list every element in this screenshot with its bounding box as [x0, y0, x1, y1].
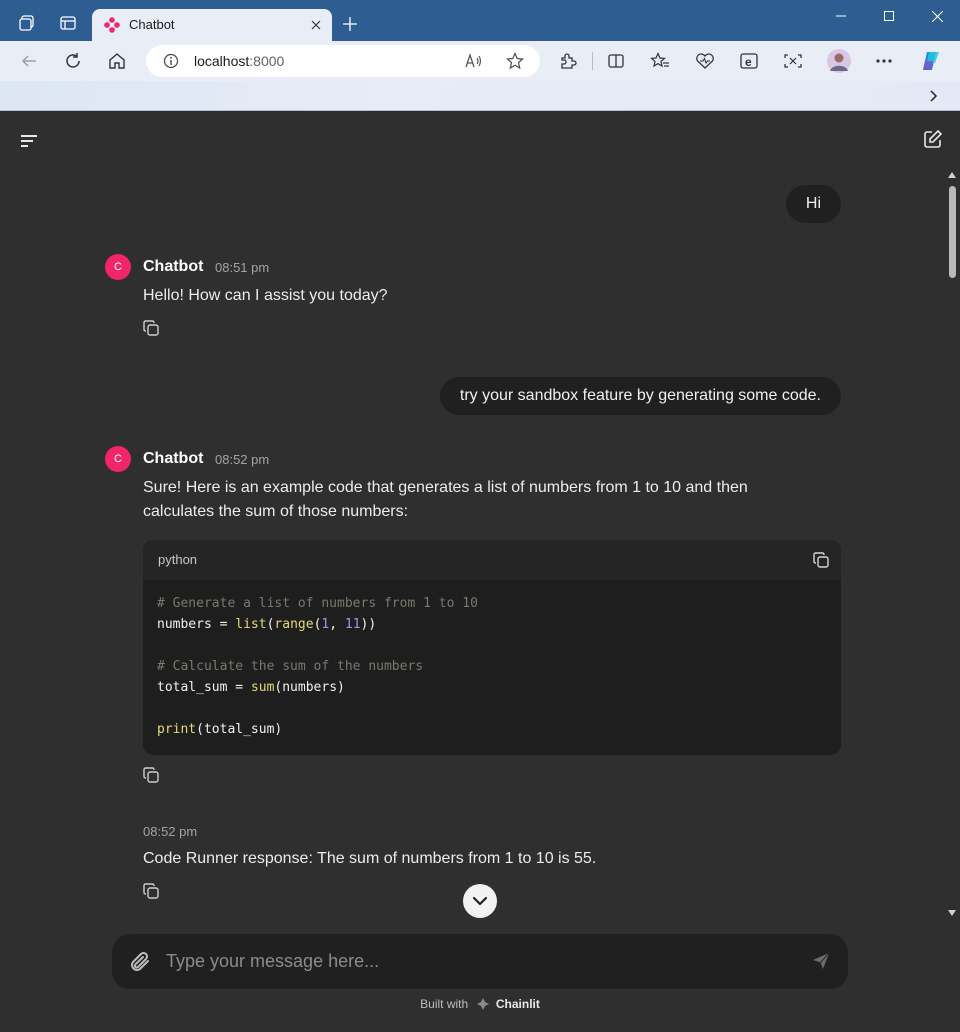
paperclip-icon[interactable] — [126, 948, 154, 976]
code-function: range — [274, 617, 314, 632]
chevron-down-icon — [472, 896, 488, 906]
scrollbar-thumb[interactable] — [949, 186, 956, 278]
code-number: 1 — [321, 617, 330, 632]
assistant-message: Hello! How can I assist you today? — [143, 287, 388, 304]
code-function: sum — [250, 680, 275, 695]
message-timestamp: 08:52 pm — [143, 824, 198, 839]
scrollbar[interactable] — [944, 168, 960, 918]
copy-code-icon[interactable] — [811, 550, 831, 570]
code-comment: # Generate a list of numbers from 1 to 1… — [157, 596, 478, 611]
footer-prefix: Built with — [420, 997, 469, 1012]
tab-actions-icon[interactable] — [55, 10, 81, 36]
code-language: python — [158, 552, 198, 567]
assistant-message-line: Sure! Here is an example code that gener… — [143, 479, 748, 496]
copy-icon[interactable] — [142, 882, 160, 900]
avatar: C — [105, 446, 131, 472]
browser-essentials-icon[interactable] — [691, 47, 719, 75]
copy-icon[interactable] — [142, 766, 160, 784]
code-runner-message: Code Runner response: The sum of numbers… — [143, 850, 597, 867]
close-window-button[interactable] — [914, 0, 960, 32]
more-options-icon[interactable] — [870, 47, 898, 75]
screenshot-icon[interactable] — [779, 47, 807, 75]
read-aloud-icon[interactable] — [460, 47, 488, 75]
user-message: try your sandbox feature by generating s… — [439, 377, 841, 415]
code-number: 11 — [344, 617, 361, 632]
new-tab-button[interactable] — [338, 12, 362, 36]
code-token: total_sum = — [157, 680, 251, 695]
tab-title: Chatbot — [129, 17, 175, 32]
user-message: Hi — [785, 185, 841, 223]
avatar: C — [105, 254, 131, 280]
toolbar-divider — [592, 52, 593, 70]
favorites-bar — [0, 81, 960, 111]
code-block: python # Generate a list of numbers from… — [143, 540, 841, 755]
code-token: numbers — [282, 680, 338, 695]
ie-mode-icon[interactable]: e — [735, 47, 763, 75]
message-author: Chatbot — [143, 258, 204, 275]
home-icon[interactable] — [103, 47, 131, 75]
message-timestamp: 08:52 pm — [215, 452, 270, 467]
send-icon[interactable] — [810, 950, 832, 972]
back-icon[interactable] — [15, 47, 43, 75]
code-function: print — [157, 722, 197, 737]
code-token: numbers = — [157, 617, 236, 632]
maximize-button[interactable] — [866, 0, 912, 32]
favorite-star-icon[interactable] — [501, 47, 529, 75]
assistant-message-line: calculates the sum of those numbers: — [143, 503, 409, 520]
code-content: # Generate a list of numbers from 1 to 1… — [157, 596, 478, 737]
scroll-up-arrow[interactable] — [948, 172, 956, 178]
tab-chatbot[interactable]: Chatbot — [92, 9, 332, 41]
code-token: total_sum — [203, 722, 275, 737]
chainlit-favicon-icon — [104, 17, 120, 33]
chat-app: Hi C Chatbot 08:51 pm Hello! How can I a… — [0, 112, 960, 1032]
refresh-icon[interactable] — [59, 47, 87, 75]
info-icon[interactable] — [163, 53, 179, 69]
browser-titlebar: Chatbot — [0, 0, 960, 41]
code-function: list — [235, 617, 267, 632]
copilot-icon[interactable] — [917, 47, 945, 75]
split-screen-icon[interactable] — [602, 47, 630, 75]
footer-brand[interactable]: Chainlit — [496, 997, 540, 1011]
svg-text:e: e — [745, 55, 752, 69]
chevron-right-icon[interactable] — [924, 86, 944, 106]
sidebar-menu-icon[interactable] — [16, 128, 42, 154]
chainlit-logo-icon — [476, 998, 489, 1010]
favorites-icon[interactable] — [646, 47, 674, 75]
close-tab-icon[interactable] — [306, 15, 326, 35]
message-input[interactable] — [166, 943, 786, 979]
copy-icon[interactable] — [142, 319, 160, 337]
profile-avatar[interactable] — [825, 47, 853, 75]
message-author: Chatbot — [143, 450, 204, 467]
address-text: localhost:8000 — [194, 53, 285, 69]
message-composer — [112, 934, 848, 989]
address-bar[interactable]: localhost:8000 — [146, 45, 540, 77]
message-timestamp: 08:51 pm — [215, 260, 270, 275]
scroll-to-bottom-button[interactable] — [463, 884, 497, 918]
extensions-icon[interactable] — [554, 47, 582, 75]
footer: Built with Chainlit — [0, 997, 960, 1013]
browser-toolbar: localhost:8000 e — [0, 41, 960, 81]
minimize-button[interactable] — [818, 0, 864, 32]
scroll-down-arrow[interactable] — [948, 910, 956, 916]
workspaces-icon[interactable] — [14, 10, 40, 36]
new-chat-icon[interactable] — [920, 126, 946, 152]
code-comment: # Calculate the sum of the numbers — [157, 659, 424, 674]
code-block-header: python — [143, 540, 841, 580]
